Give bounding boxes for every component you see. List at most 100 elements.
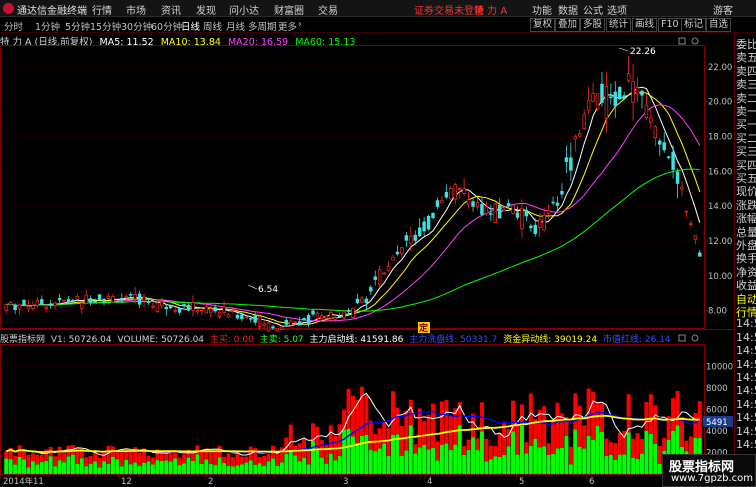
volume-bar-buy xyxy=(551,419,556,454)
candle-body xyxy=(284,319,289,325)
volume-bar-sell xyxy=(75,464,80,474)
candle-body xyxy=(395,251,400,255)
candle-body xyxy=(431,212,435,219)
volume-bar-buy xyxy=(404,410,409,451)
volume-bar-buy xyxy=(4,451,9,459)
volume-bar-buy xyxy=(297,443,302,462)
volume-bar-sell xyxy=(506,446,511,474)
volume-bar-buy xyxy=(62,453,67,463)
price-tick-label: 14.00 xyxy=(708,202,732,212)
date-tick-label: 5 xyxy=(519,477,524,487)
volume-bar-buy xyxy=(146,455,151,462)
volume-bar-sell xyxy=(528,445,533,474)
volume-bar-sell xyxy=(417,447,422,474)
volume-bar-sell xyxy=(288,451,293,474)
volume-bar-sell xyxy=(302,457,307,474)
quote-panel-label: 14:5 xyxy=(736,317,756,331)
volume-bar-sell xyxy=(110,456,115,474)
volume-bar-sell xyxy=(635,458,640,474)
volume-bar-sell xyxy=(284,453,289,474)
volume-bar-sell xyxy=(97,467,102,474)
volume-bar-sell xyxy=(324,463,329,474)
settings-icon[interactable] xyxy=(691,37,699,45)
volume-bar-sell xyxy=(608,454,613,474)
volume-bar-sell xyxy=(599,431,604,474)
date-tick-label: 6 xyxy=(589,477,594,487)
candle-body xyxy=(551,201,555,204)
volume-bar-buy xyxy=(364,395,369,436)
volume-bar-sell xyxy=(546,454,551,474)
volume-bar-buy xyxy=(688,436,693,456)
volume-bar-sell xyxy=(639,453,644,474)
candle-body xyxy=(26,306,31,310)
price-axis: 22.00 20.00 18.00 16.00 14.00 12.00 10.00 8.00 xyxy=(704,63,732,317)
volume-bar-buy xyxy=(493,445,498,457)
volume-bars xyxy=(4,386,702,474)
volume-bar-buy xyxy=(635,433,640,459)
candle-body xyxy=(164,306,169,310)
date-tick-label: 2 xyxy=(208,477,213,487)
volume-bar-sell xyxy=(399,455,404,474)
kline-chart[interactable]: 22.0020.0018.0016.0014.0012.0010.008.00 … xyxy=(0,0,756,487)
candle-body xyxy=(311,310,315,315)
volume-bar-buy xyxy=(653,405,658,444)
volume-bar-buy xyxy=(226,453,231,466)
volume-bar-sell xyxy=(222,463,227,474)
candle-body xyxy=(249,318,253,320)
ma60-line xyxy=(6,168,700,312)
price-tick-label: 16.00 xyxy=(708,167,732,177)
candle-body xyxy=(555,202,560,206)
volume-bar-sell xyxy=(391,434,396,474)
candle-body xyxy=(649,117,653,123)
volume-bar-sell xyxy=(133,462,138,474)
volume-bar-sell xyxy=(213,465,218,474)
zhumai2-value: 主卖: 5.07 xyxy=(259,335,304,345)
volume-bar-sell xyxy=(453,444,458,474)
candle-body xyxy=(133,294,137,300)
candle-body xyxy=(693,235,698,240)
volume-bar-buy xyxy=(88,455,93,464)
volume-bar-buy xyxy=(97,457,102,468)
volume-bar-sell xyxy=(511,431,516,474)
volume-bar-sell xyxy=(484,461,489,474)
volume-bar-buy xyxy=(555,402,560,449)
volume-bar-sell xyxy=(128,464,133,474)
volume-bar-sell xyxy=(377,448,382,474)
candle-body xyxy=(542,215,546,231)
candle-body xyxy=(44,306,48,310)
volume-tick-label: 8000 xyxy=(706,384,728,394)
yidong-value: 资金异动线: 39019.24 xyxy=(503,335,598,345)
volume-bar-buy xyxy=(604,438,609,456)
volume-bar-sell xyxy=(159,461,164,474)
volume-bar-sell xyxy=(150,464,155,474)
volume-bar-buy xyxy=(537,409,542,448)
candle-body xyxy=(93,301,97,304)
candle-body xyxy=(191,302,195,311)
candle-body xyxy=(111,296,115,303)
volume-bar-buy xyxy=(639,439,644,454)
volume-bar-sell xyxy=(4,458,9,474)
volume-bar-sell xyxy=(577,446,582,474)
volume-bar-buy xyxy=(524,442,529,454)
volume-bar-sell xyxy=(244,462,249,474)
volume-bar-sell xyxy=(253,464,258,474)
candle-body xyxy=(422,221,426,232)
volume-marker: 5491 xyxy=(706,418,728,428)
volume-bar-buy xyxy=(608,442,613,455)
volume-bar-buy xyxy=(222,456,227,464)
volume-bar-sell xyxy=(555,448,560,474)
candle-body xyxy=(226,314,231,318)
volume-bar-buy xyxy=(26,454,31,468)
candle-body xyxy=(235,314,240,319)
candle-body xyxy=(377,268,382,285)
volume-bar-sell xyxy=(57,460,62,474)
maximize-icon[interactable] xyxy=(678,37,686,45)
volume-bar-sell xyxy=(328,453,333,474)
date-axis: 2014年 11 12 2 3 4 5 6 xyxy=(0,474,594,487)
volume-bar-buy xyxy=(444,400,449,444)
volume-bar-sell xyxy=(26,467,31,474)
volume-bar-buy xyxy=(431,403,436,448)
volume-bar-sell xyxy=(217,457,222,474)
volume-bar-buy xyxy=(662,437,667,451)
watermark: 股票指标网 www.7gpzb.com xyxy=(662,454,756,487)
